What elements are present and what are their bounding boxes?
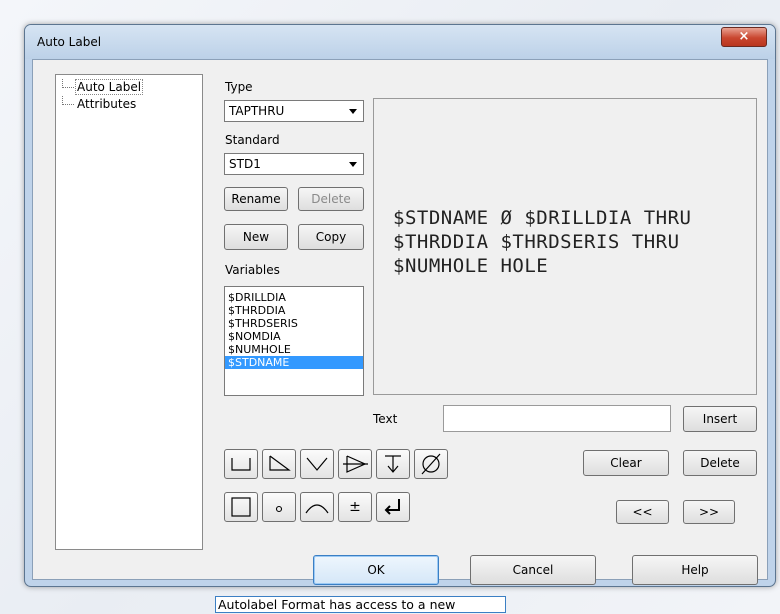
text-label: Text <box>373 412 398 426</box>
countersink-icon <box>306 457 328 471</box>
degree-button[interactable] <box>262 492 296 522</box>
list-item[interactable]: $THRDDIA <box>225 304 363 317</box>
diameter-icon <box>421 453 441 475</box>
arc-icon <box>305 504 329 514</box>
close-button[interactable]: × <box>721 27 767 47</box>
counterbore-button[interactable] <box>224 449 258 479</box>
standard-dropdown[interactable]: STD1 <box>224 153 364 175</box>
preview-line: $STDNAME Ø $DRILLDIA THRU <box>393 207 692 229</box>
variables-listbox[interactable]: $DRILLDIA $THRDDIA $THRDSERIS $NOMDIA $N… <box>224 286 364 396</box>
newline-button[interactable] <box>376 492 410 522</box>
dialog-client: Auto Label Attributes Type TAPTHRU Stand… <box>32 59 768 585</box>
caption-label: Autolabel Format has access to a new var… <box>215 596 506 614</box>
taper-icon <box>269 455 291 471</box>
rename-button[interactable]: Rename <box>224 187 288 211</box>
previous-button[interactable]: << <box>616 500 669 524</box>
standard-label: Standard <box>225 133 280 147</box>
arc-button[interactable] <box>300 492 334 522</box>
list-item[interactable]: $THRDSERIS <box>225 317 363 330</box>
degree-icon <box>275 505 283 513</box>
help-button[interactable]: Help <box>632 555 758 585</box>
delete-standard-button[interactable]: Delete <box>298 187 364 211</box>
title-bar[interactable]: Auto Label × <box>25 25 775 59</box>
type-value: TAPTHRU <box>229 104 285 118</box>
auto-label-dialog: Auto Label × Auto Label Attributes Type … <box>24 24 776 587</box>
ok-button[interactable]: OK <box>313 555 439 585</box>
preview-line: $THRDDIA $THRDSERIS THRU <box>393 231 680 253</box>
next-button[interactable]: >> <box>683 500 735 524</box>
tree-item-label: Attributes <box>77 97 137 111</box>
tree-connector <box>62 78 74 88</box>
plus-minus-icon: ± <box>349 499 361 515</box>
list-item-selected[interactable]: $STDNAME <box>225 356 363 369</box>
depth-button[interactable] <box>376 449 410 479</box>
close-icon: × <box>738 29 750 44</box>
chevron-down-icon <box>349 162 357 167</box>
tree-connector <box>62 95 74 105</box>
tree-item-label: Auto Label <box>74 79 144 95</box>
type-label: Type <box>225 80 253 94</box>
clear-button[interactable]: Clear <box>583 450 669 476</box>
square-button[interactable] <box>224 492 258 522</box>
taper-button[interactable] <box>262 449 296 479</box>
list-item[interactable]: $NOMDIA <box>225 330 363 343</box>
chevron-down-icon <box>349 109 357 114</box>
copy-button[interactable]: Copy <box>298 224 364 250</box>
delete-button[interactable]: Delete <box>683 450 757 476</box>
list-item[interactable]: $NUMHOLE <box>225 343 363 356</box>
newline-icon <box>384 499 400 515</box>
tree-item-auto-label[interactable]: Auto Label <box>62 78 144 95</box>
insert-button[interactable]: Insert <box>683 406 757 432</box>
square-icon <box>231 497 251 517</box>
slope-button[interactable] <box>338 449 372 479</box>
standard-value: STD1 <box>229 157 261 171</box>
text-input[interactable] <box>443 405 671 432</box>
new-button[interactable]: New <box>224 224 288 250</box>
depth-icon <box>385 455 401 473</box>
tree-item-attributes[interactable]: Attributes <box>62 95 137 112</box>
slope-icon <box>343 455 368 473</box>
counterbore-icon <box>231 458 251 471</box>
tree-view[interactable]: Auto Label Attributes <box>55 74 203 550</box>
list-item[interactable]: $DRILLDIA <box>225 291 363 304</box>
diameter-button[interactable] <box>414 449 448 479</box>
preview-line: $NUMHOLE HOLE <box>393 255 549 277</box>
countersink-button[interactable] <box>300 449 334 479</box>
variables-label: Variables <box>225 263 280 277</box>
label-preview: $STDNAME Ø $DRILLDIA THRU $THRDDIA $THRD… <box>373 98 757 395</box>
window-title: Auto Label <box>37 35 102 49</box>
cancel-button[interactable]: Cancel <box>470 555 596 585</box>
plus-minus-button[interactable]: ± <box>338 492 372 522</box>
type-dropdown[interactable]: TAPTHRU <box>224 100 364 122</box>
